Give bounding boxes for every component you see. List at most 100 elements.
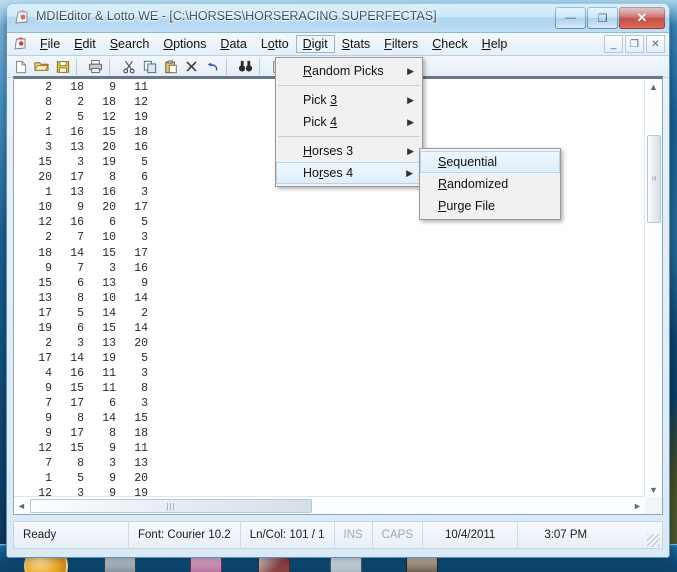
menu-item-random-picks[interactable]: Random Picks ▶ bbox=[276, 60, 422, 82]
editor-cell: 19 bbox=[134, 111, 148, 125]
editor-row: 2 3 13 20 bbox=[20, 336, 645, 351]
menu-item-label: Randomized bbox=[438, 177, 509, 191]
editor-cell: 3 bbox=[141, 231, 148, 245]
editor-cell: 5 bbox=[77, 306, 84, 320]
horses4-submenu[interactable]: Sequential Randomized Purge File bbox=[419, 148, 561, 220]
editor-cell: 15 bbox=[70, 381, 84, 395]
mdi-minimize-button[interactable]: _ bbox=[604, 35, 623, 53]
menu-item-pick-4[interactable]: Pick 4 ▶ bbox=[276, 111, 422, 133]
editor-cell: 16 bbox=[70, 366, 84, 380]
editor-row: 9 15 11 8 bbox=[20, 381, 645, 396]
editor-cell: 9 bbox=[109, 81, 116, 94]
editor-cell: 2 bbox=[45, 111, 52, 125]
print-icon[interactable] bbox=[86, 58, 105, 76]
close-button[interactable]: ✕ bbox=[619, 7, 665, 29]
scroll-up-arrow-icon[interactable]: ▲ bbox=[645, 79, 662, 94]
scroll-right-arrow-icon[interactable]: ► bbox=[630, 497, 645, 514]
horizontal-scroll-thumb[interactable]: ||| bbox=[30, 499, 312, 513]
editor-cell: 10 bbox=[102, 231, 116, 245]
editor-row: 7 17 6 3 bbox=[20, 396, 645, 411]
paste-clipboard-icon[interactable] bbox=[161, 58, 180, 76]
editor-cell: 13 bbox=[134, 457, 148, 471]
insert-mode: INS bbox=[335, 522, 373, 548]
editor-row: 17 5 14 2 bbox=[20, 306, 645, 321]
editor-cell: 3 bbox=[109, 261, 116, 275]
editor-cell: 14 bbox=[102, 412, 116, 426]
editor-cell: 6 bbox=[109, 216, 116, 230]
editor-cell: 3 bbox=[45, 141, 52, 155]
menu-options[interactable]: Options bbox=[156, 35, 213, 53]
menu-item-pick-3[interactable]: Pick 3 ▶ bbox=[276, 89, 422, 111]
editor-row: 7 8 3 13 bbox=[20, 456, 645, 471]
scroll-left-arrow-icon[interactable]: ◄ bbox=[14, 497, 29, 514]
editor-cell: 17 bbox=[134, 246, 148, 260]
scroll-down-arrow-icon[interactable]: ▼ bbox=[645, 482, 662, 497]
editor-cell: 10 bbox=[102, 291, 116, 305]
editor-cell: 3 bbox=[141, 186, 148, 200]
editor-row: 1 5 9 20 bbox=[20, 471, 645, 486]
copy-icon[interactable] bbox=[140, 58, 159, 76]
menu-help[interactable]: Help bbox=[475, 35, 515, 53]
menu-data[interactable]: Data bbox=[213, 35, 253, 53]
editor-cell: 12 bbox=[38, 216, 52, 230]
editor-cell: 7 bbox=[45, 457, 52, 471]
editor-row: 12 15 9 11 bbox=[20, 441, 645, 456]
save-disk-icon[interactable] bbox=[53, 58, 72, 76]
editor-cell: 20 bbox=[102, 201, 116, 215]
editor-cell: 8 bbox=[109, 427, 116, 441]
editor-row: 13 8 10 14 bbox=[20, 291, 645, 306]
menu-separator-2 bbox=[278, 136, 420, 137]
editor-cell: 15 bbox=[102, 126, 116, 140]
menu-edit[interactable]: Edit bbox=[67, 35, 103, 53]
menu-item-label: Pick 4 bbox=[303, 115, 338, 129]
mdi-close-button[interactable]: ✕ bbox=[646, 35, 665, 53]
cut-scissors-icon[interactable] bbox=[119, 58, 138, 76]
editor-cell: 20 bbox=[134, 336, 148, 350]
menu-item-horses-4[interactable]: Horses 4 ▶ bbox=[276, 162, 422, 184]
vertical-scroll-thumb[interactable]: ≡ bbox=[647, 135, 661, 223]
menu-filters[interactable]: Filters bbox=[377, 35, 425, 53]
resize-grip[interactable] bbox=[647, 534, 660, 547]
delete-x-icon[interactable] bbox=[182, 58, 201, 76]
digit-dropdown-menu[interactable]: Random Picks ▶ Pick 3 ▶ Pick 4 ▶ Horses … bbox=[275, 57, 423, 187]
title-bar[interactable]: MDIEditor & Lotto WE - [C:\HORSES\HORSER… bbox=[7, 4, 669, 33]
maximize-button[interactable]: ❐ bbox=[587, 7, 618, 29]
editor-cell: 14 bbox=[102, 306, 116, 320]
menu-item-purge-file[interactable]: Purge File bbox=[420, 195, 560, 217]
menu-lotto[interactable]: Lotto bbox=[254, 35, 296, 53]
editor-cell: 6 bbox=[77, 276, 84, 290]
menu-bar[interactable]: FFileile Edit Search Options Data Lotto … bbox=[7, 33, 669, 56]
open-folder-icon[interactable] bbox=[32, 58, 51, 76]
editor-row: 17 14 19 5 bbox=[20, 351, 645, 366]
toolbar-separator-3 bbox=[226, 58, 232, 75]
new-file-icon[interactable] bbox=[11, 58, 30, 76]
menu-stats[interactable]: Stats bbox=[335, 35, 378, 53]
editor-cell: 15 bbox=[38, 156, 52, 170]
menu-check[interactable]: Check bbox=[425, 35, 474, 53]
menu-item-randomized[interactable]: Randomized bbox=[420, 173, 560, 195]
find-binoculars-icon[interactable] bbox=[236, 58, 255, 76]
menu-item-list: FFileile Edit Search Options Data Lotto … bbox=[33, 33, 514, 55]
editor-cell: 16 bbox=[70, 126, 84, 140]
menu-item-sequential[interactable]: Sequential bbox=[420, 151, 560, 173]
date: 10/4/2011 bbox=[423, 522, 519, 548]
menu-file[interactable]: FFileile bbox=[33, 35, 67, 53]
editor-cell: 3 bbox=[141, 396, 148, 410]
mdi-restore-button[interactable]: ❐ bbox=[625, 35, 644, 53]
editor-cell: 15 bbox=[134, 412, 148, 426]
vertical-scrollbar[interactable]: ▲ ≡ ▼ bbox=[644, 79, 662, 497]
editor-cell: 13 bbox=[70, 186, 84, 200]
editor-cell: 17 bbox=[70, 427, 84, 441]
menu-search[interactable]: Search bbox=[103, 35, 157, 53]
undo-arrow-icon[interactable] bbox=[203, 58, 222, 76]
editor-cell: 16 bbox=[70, 216, 84, 230]
minimize-button[interactable]: — bbox=[555, 7, 586, 29]
menu-item-label: Pick 3 bbox=[303, 93, 338, 107]
menu-digit[interactable]: Digit bbox=[295, 35, 335, 53]
editor-cell: 8 bbox=[77, 291, 84, 305]
editor-cell: 16 bbox=[134, 261, 148, 275]
menu-item-horses-3[interactable]: Horses 3 ▶ bbox=[276, 140, 422, 162]
editor-cell: 15 bbox=[70, 442, 84, 456]
editor-cell: 20 bbox=[134, 472, 148, 486]
horizontal-scrollbar[interactable]: ◄ ||| ► bbox=[14, 496, 645, 514]
